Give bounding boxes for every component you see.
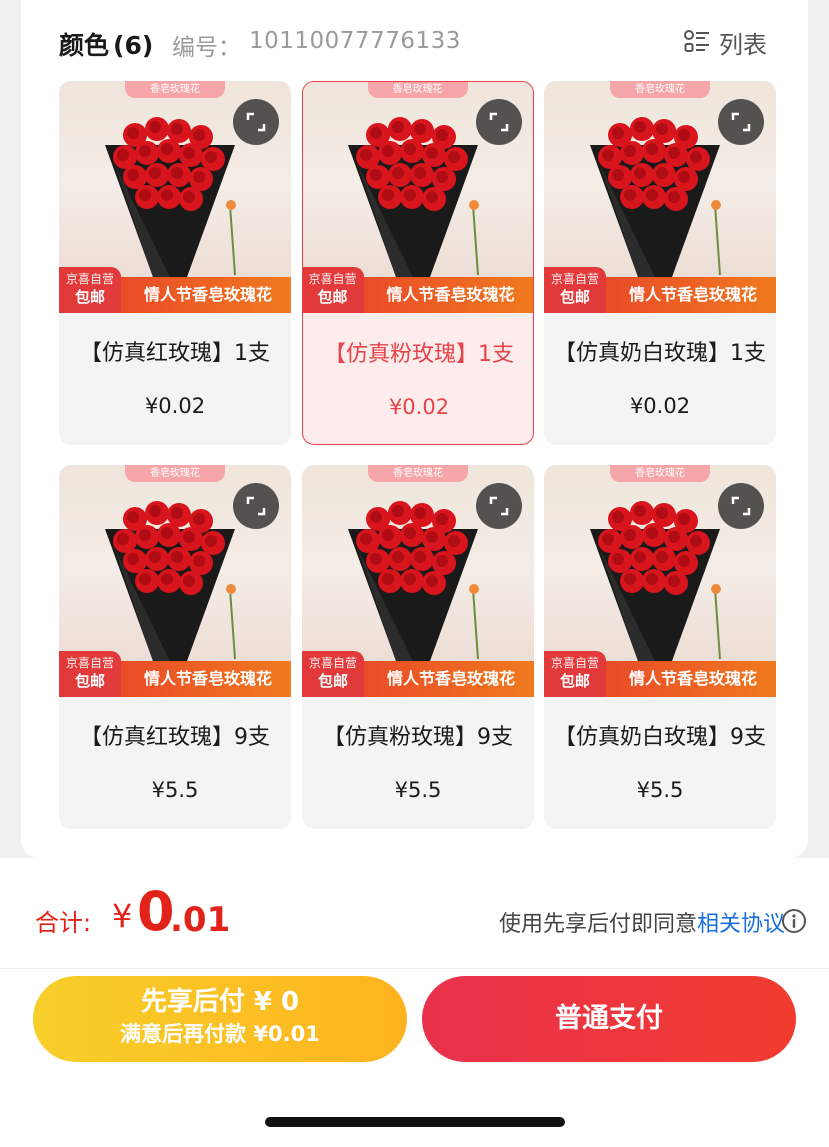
checkout-footer: 合计: ¥ 0 .01 使用先享后付即同意相关协议 先享后付 ¥ 0 满意后再付… — [0, 858, 829, 1147]
pay-later-button[interactable]: 先享后付 ¥ 0 满意后再付款 ¥0.01 — [33, 976, 407, 1062]
agreement-text: 使用先享后付即同意相关协议 — [499, 906, 785, 938]
sku-header: 颜色 (6) 编号： 10110077776133 列表 — [59, 22, 779, 62]
bouquet-image — [580, 489, 730, 669]
total-label: 合计: — [35, 909, 92, 937]
sku-option-card[interactable]: 香皂玫瑰花京喜自营包邮 情人节香皂玫瑰花【仿真奶白玫瑰】9支 ¥5.5 — [544, 465, 776, 829]
jd-badge: 京喜自营 包邮 — [303, 266, 364, 313]
sku-thumbnail: 香皂玫瑰花京喜自营包邮 情人节香皂玫瑰花 — [544, 81, 776, 313]
jd-badge-top: 京喜自营 — [65, 656, 114, 670]
total-currency: ¥ — [112, 897, 133, 935]
thumbnail-tag: 香皂玫瑰花 — [125, 465, 225, 482]
attribute-title: 颜色 (6) — [59, 26, 153, 62]
jd-badge-top: 京喜自营 — [65, 272, 114, 286]
jd-badge-top: 京喜自营 — [308, 656, 357, 670]
bouquet-image — [95, 105, 245, 285]
jd-badge: 京喜自营 包邮 — [59, 267, 121, 313]
sku-thumbnail: 香皂玫瑰花京喜自营包邮 情人节香皂玫瑰花 — [302, 465, 534, 697]
sku-price: ¥0.02 — [629, 394, 691, 418]
product-code-label: 编号： — [172, 35, 241, 61]
jd-badge-bottom: 包邮 — [559, 672, 590, 690]
list-icon — [683, 28, 711, 56]
attribute-name: 颜色 — [59, 31, 110, 60]
thumbnail-tag: 香皂玫瑰花 — [368, 465, 468, 482]
jd-badge: 京喜自营 包邮 — [59, 651, 121, 697]
jd-badge-bottom: 包邮 — [74, 672, 105, 690]
sku-option-card[interactable]: 香皂玫瑰花京喜自营包邮 情人节香皂玫瑰花【仿真红玫瑰】9支 ¥5.5 — [59, 465, 291, 829]
jd-badge-top: 京喜自营 — [550, 272, 599, 286]
expand-icon[interactable] — [476, 483, 522, 529]
info-icon[interactable] — [781, 908, 807, 934]
sku-price: ¥5.5 — [636, 778, 684, 802]
bouquet-image — [580, 105, 730, 285]
bouquet-image — [338, 489, 488, 669]
thumbnail-tag: 香皂玫瑰花 — [367, 82, 468, 98]
promo-banner-text: 情人节香皂玫瑰花 — [143, 285, 272, 304]
total-integer: 0 — [137, 880, 175, 943]
jd-badge: 京喜自营 包邮 — [302, 651, 364, 697]
promo-banner-text: 情人节香皂玫瑰花 — [386, 669, 515, 688]
sku-name: 【仿真红玫瑰】1支 — [80, 341, 270, 366]
agreement-prefix: 使用先享后付即同意 — [498, 912, 697, 937]
expand-icon[interactable] — [233, 99, 279, 145]
bouquet-image — [95, 489, 245, 669]
sku-price: ¥0.02 — [144, 394, 206, 418]
pay-normal-button[interactable]: 普通支付 — [422, 976, 796, 1062]
expand-icon[interactable] — [233, 483, 279, 529]
jd-badge-bottom: 包邮 — [74, 288, 105, 306]
promo-banner-text: 情人节香皂玫瑰花 — [143, 669, 272, 688]
home-indicator — [265, 1117, 565, 1127]
pay-later-amount: 先享后付 ¥ 0 — [140, 987, 300, 1017]
expand-icon[interactable] — [718, 483, 764, 529]
jd-badge: 京喜自营 包邮 — [544, 651, 606, 697]
sku-thumbnail: 香皂玫瑰花京喜自营包邮 情人节香皂玫瑰花 — [59, 465, 291, 697]
promo-banner-text: 情人节香皂玫瑰花 — [386, 284, 515, 304]
bouquet-image — [338, 105, 488, 285]
sku-name: 【仿真红玫瑰】9支 — [80, 725, 270, 750]
sku-option-card[interactable]: 香皂玫瑰花京喜自营 包邮 情人节香皂玫瑰花【仿真粉玫瑰】1支 ¥0.02 — [302, 81, 534, 445]
total-decimal: .01 — [170, 900, 231, 940]
thumbnail-tag: 香皂玫瑰花 — [610, 81, 710, 98]
thumbnail-tag: 香皂玫瑰花 — [610, 465, 710, 482]
sku-thumbnail: 香皂玫瑰花京喜自营包邮 情人节香皂玫瑰花 — [59, 81, 291, 313]
jd-badge-bottom: 包邮 — [317, 672, 348, 690]
pay-later-note: 满意后再付款 ¥0.01 — [120, 1022, 320, 1046]
jd-badge-bottom: 包邮 — [317, 287, 348, 306]
sku-name: 【仿真粉玫瑰】1支 — [324, 342, 514, 367]
jd-badge-bottom: 包邮 — [559, 288, 590, 306]
footer-divider — [0, 968, 829, 969]
view-list-toggle[interactable]: 列表 — [683, 24, 767, 60]
sku-option-card[interactable]: 香皂玫瑰花京喜自营包邮 情人节香皂玫瑰花【仿真粉玫瑰】9支 ¥5.5 — [302, 465, 534, 829]
sku-price: ¥0.02 — [388, 395, 450, 419]
sku-price: ¥5.5 — [394, 778, 442, 802]
sku-option-card[interactable]: 香皂玫瑰花京喜自营包邮 情人节香皂玫瑰花【仿真红玫瑰】1支 ¥0.02 — [59, 81, 291, 445]
jd-badge-top: 京喜自营 — [308, 271, 357, 286]
product-code-value: 10110077776133 — [249, 28, 461, 54]
sku-thumbnail: 香皂玫瑰花京喜自营包邮 情人节香皂玫瑰花 — [544, 465, 776, 697]
sku-thumbnail: 香皂玫瑰花京喜自营 包邮 情人节香皂玫瑰花 — [303, 82, 533, 313]
promo-banner-text: 情人节香皂玫瑰花 — [628, 285, 757, 304]
agreement-link[interactable]: 相关协议 — [697, 912, 785, 937]
expand-icon[interactable] — [718, 99, 764, 145]
sku-name: 【仿真粉玫瑰】9支 — [323, 725, 513, 750]
sku-option-card[interactable]: 香皂玫瑰花京喜自营包邮 情人节香皂玫瑰花【仿真奶白玫瑰】1支 ¥0.02 — [544, 81, 776, 445]
thumbnail-tag: 香皂玫瑰花 — [125, 81, 225, 98]
promo-banner-text: 情人节香皂玫瑰花 — [628, 669, 757, 688]
expand-icon[interactable] — [475, 98, 522, 145]
jd-badge: 京喜自营 包邮 — [544, 267, 606, 313]
sku-name: 【仿真奶白玫瑰】9支 — [554, 725, 766, 750]
jd-badge-top: 京喜自营 — [550, 656, 599, 670]
sku-price: ¥5.5 — [151, 778, 199, 802]
view-list-label: 列表 — [719, 30, 767, 59]
sku-name: 【仿真奶白玫瑰】1支 — [554, 341, 766, 366]
attribute-count: (6) — [113, 31, 154, 60]
